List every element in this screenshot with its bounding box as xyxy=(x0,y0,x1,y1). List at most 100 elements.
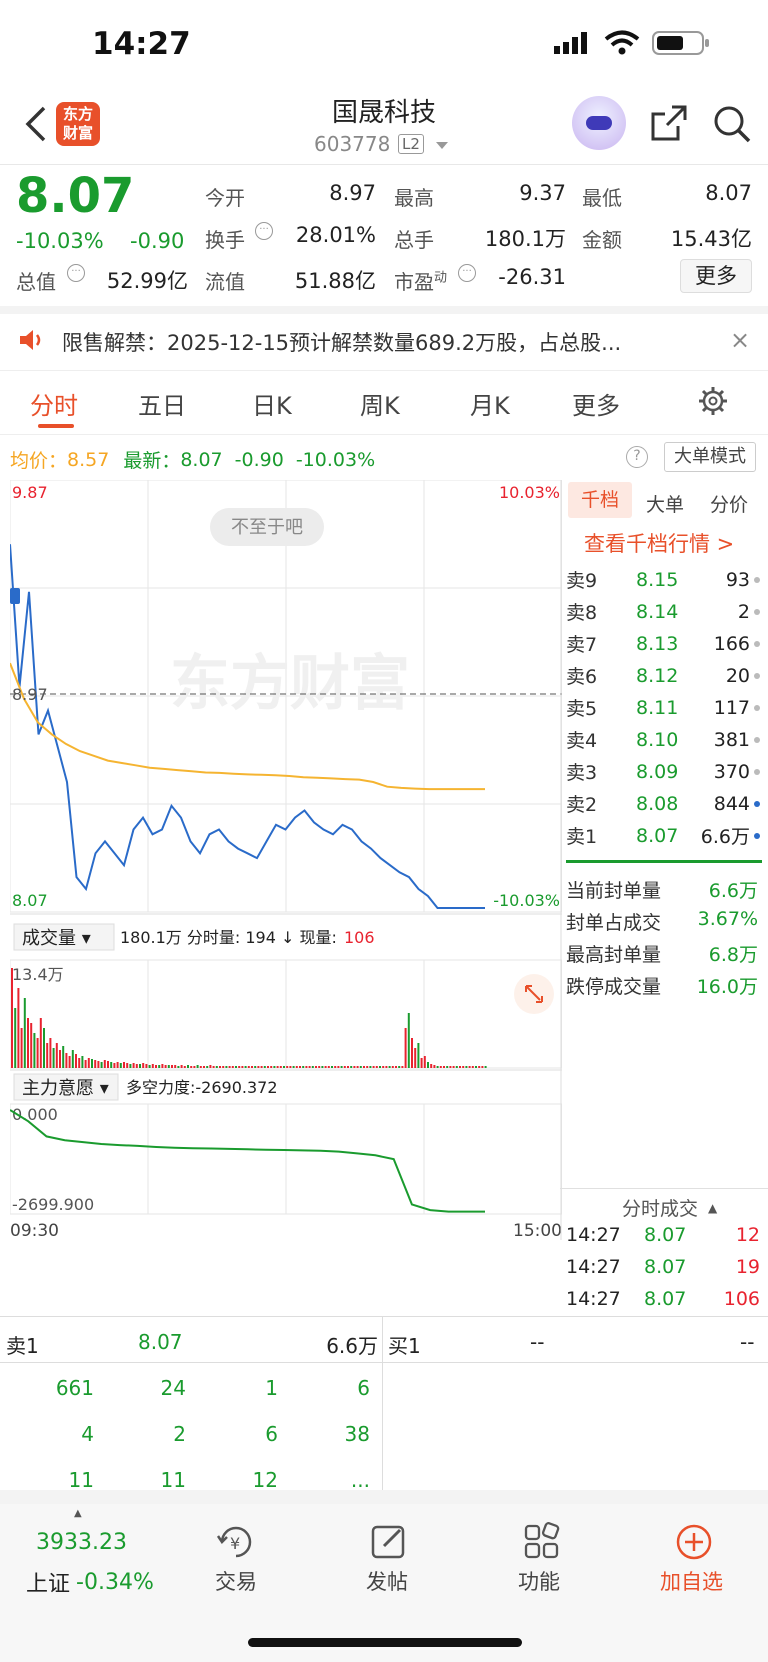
share-icon[interactable] xyxy=(650,104,688,146)
ask-label: 卖6 xyxy=(566,666,598,688)
tab-more[interactable]: 更多 xyxy=(572,386,620,421)
dot-icon xyxy=(754,704,760,711)
nav-add-watchlist[interactable]: 加自选 xyxy=(660,1566,723,1596)
nav-post[interactable]: 发帖 xyxy=(366,1566,408,1596)
trade-price: 8.07 xyxy=(644,1256,687,1278)
volume-bar xyxy=(321,1066,324,1068)
float-label: 流值 xyxy=(205,270,245,294)
volume-bar xyxy=(75,1054,77,1068)
thousand-level-link[interactable]: 查看千档行情 > xyxy=(584,528,734,558)
divider xyxy=(560,1188,768,1189)
volume-bar xyxy=(347,1066,349,1068)
ask-row[interactable]: 卖9 8.15 93 xyxy=(566,566,762,593)
notice-bar[interactable]: 限售解禁：2025-12-15预计解禁数量689.2万股，占总股... xyxy=(0,312,768,372)
ask-volume: 93 xyxy=(725,568,750,591)
trade-price: 8.07 xyxy=(644,1288,687,1310)
volume-bar xyxy=(276,1066,279,1068)
big-order-mode-button[interactable]: 大单模式 xyxy=(664,442,756,472)
mktcap-label: 总值 xyxy=(16,270,56,294)
grid-icon[interactable] xyxy=(522,1522,562,1566)
ask-row[interactable]: 卖2 8.08 844 xyxy=(566,790,762,817)
volume-bar xyxy=(129,1064,132,1068)
assistant-avatar-icon[interactable] xyxy=(572,96,626,150)
tab-monthly-k[interactable]: 月K xyxy=(470,386,510,421)
ask-row[interactable]: 卖7 8.13 166 xyxy=(566,630,762,657)
trade-time: 14:27 xyxy=(566,1256,621,1278)
open-value: 8.97 xyxy=(329,181,376,205)
volume-bar xyxy=(215,1066,218,1068)
x-start-label: 09:30 xyxy=(10,1221,59,1241)
trade-icon[interactable]: ¥ xyxy=(214,1522,258,1566)
volume-bar xyxy=(305,1066,308,1068)
volume-bar xyxy=(151,1064,154,1068)
ask-volume: 844 xyxy=(713,792,750,815)
volume-bar xyxy=(238,1066,241,1068)
queue-buy-label: 买1 xyxy=(388,1334,421,1358)
add-circle-icon[interactable] xyxy=(674,1522,714,1566)
volume-bar xyxy=(119,1063,122,1068)
dot-icon xyxy=(754,576,760,583)
volume-bar xyxy=(49,1038,52,1068)
volume-bar xyxy=(388,1066,391,1068)
ask-row[interactable]: 卖3 8.09 370 xyxy=(566,758,762,785)
volume-bar xyxy=(107,1061,109,1068)
nav-trade[interactable]: 交易 xyxy=(214,1566,258,1596)
trade-time: 14:27 xyxy=(566,1224,621,1246)
ask-row[interactable]: 卖4 8.10 381 xyxy=(566,726,762,753)
volume-bar xyxy=(20,1028,23,1068)
home-indicator xyxy=(248,1638,522,1647)
volume-bar xyxy=(167,1065,170,1068)
volume-bar xyxy=(222,1066,225,1068)
tab-weekly-k[interactable]: 周K xyxy=(360,386,400,421)
volume-bar xyxy=(299,1066,301,1068)
close-icon[interactable]: × xyxy=(730,326,750,354)
info-icon[interactable]: ··· xyxy=(67,264,85,282)
svg-text:¥: ¥ xyxy=(230,1534,240,1553)
ask-row[interactable]: 卖1 8.07 6.6万 xyxy=(566,822,762,849)
battery-icon xyxy=(652,30,710,60)
tab-price-dist[interactable]: 分价 xyxy=(710,490,748,517)
intraday-chart[interactable]: 东方财富 9.87 8.07 8.97 10.03% -10.03% 不至于吧成交量 ▾ 18… xyxy=(10,480,562,1310)
ask-row[interactable]: 卖8 8.14 2 xyxy=(566,598,762,625)
ask-volume: 2 xyxy=(737,600,750,623)
tab-big-order[interactable]: 大单 xyxy=(646,490,684,517)
volume-bar xyxy=(209,1065,212,1068)
info-icon[interactable]: ··· xyxy=(458,264,476,282)
nav-function[interactable]: 功能 xyxy=(518,1566,560,1596)
trades-title[interactable]: 分时成交 ▲ xyxy=(622,1194,717,1221)
info-icon[interactable]: ··· xyxy=(255,222,273,240)
queue-cell: 11 xyxy=(160,1468,186,1492)
volume-bar xyxy=(148,1065,151,1068)
volume-bar xyxy=(257,1066,260,1068)
tab-intraday[interactable]: 分时 xyxy=(30,386,78,421)
change-value: -0.90 xyxy=(130,229,185,253)
help-icon[interactable]: ? xyxy=(626,446,648,468)
dot-icon xyxy=(754,768,760,775)
volume-bar xyxy=(337,1066,340,1068)
gear-icon[interactable] xyxy=(698,386,728,420)
volume-bar xyxy=(84,1060,87,1068)
volume-bar xyxy=(100,1062,103,1068)
price-line xyxy=(10,544,485,909)
index-value[interactable]: 3933.23 xyxy=(36,1530,127,1555)
ask-row[interactable]: 卖5 8.11 117 xyxy=(566,694,762,721)
volume-value: 180.1万 xyxy=(484,227,566,251)
stat-value: 16.0万 xyxy=(696,976,758,998)
search-icon[interactable] xyxy=(712,104,752,148)
post-icon[interactable] xyxy=(370,1522,410,1566)
mktcap-value: 52.99亿 xyxy=(106,269,188,293)
current-price: 8.07 xyxy=(16,168,135,224)
volume-bar xyxy=(231,1066,234,1068)
more-button[interactable]: 更多 xyxy=(680,259,752,293)
level-badge[interactable]: L2 xyxy=(398,134,424,154)
chevron-down-icon[interactable] xyxy=(436,142,448,149)
stat-label: 当前封单量 xyxy=(566,880,662,902)
volume-bar xyxy=(196,1065,199,1068)
tab-daily-k[interactable]: 日K xyxy=(252,386,292,421)
tab-five-day[interactable]: 五日 xyxy=(138,386,186,421)
ask-row[interactable]: 卖6 8.12 20 xyxy=(566,662,762,689)
volume-bar xyxy=(193,1066,196,1068)
index-change[interactable]: 上证 -0.34% xyxy=(26,1566,154,1598)
pe-value: -26.31 xyxy=(498,265,566,289)
tab-thousand-level[interactable]: 千档 xyxy=(568,482,632,518)
